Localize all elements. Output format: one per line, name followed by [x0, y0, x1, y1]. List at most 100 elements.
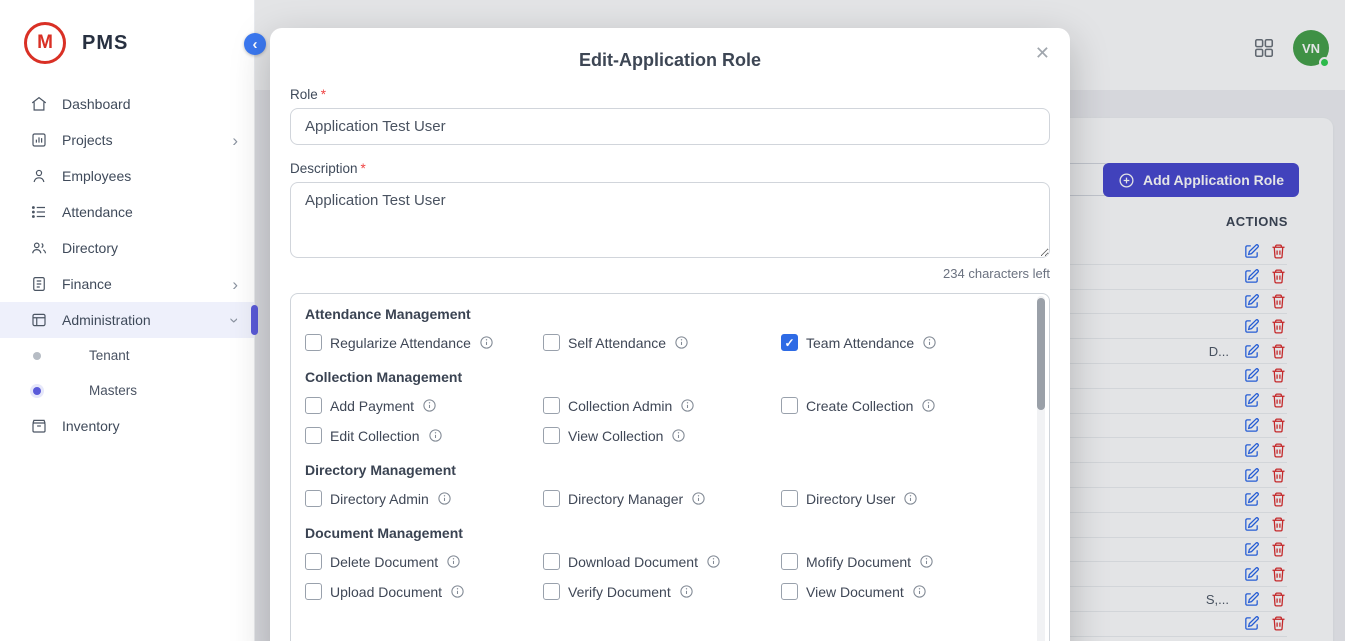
info-icon [422, 398, 437, 413]
checkbox[interactable] [781, 490, 798, 507]
sidebar-collapse-button[interactable]: ‹ [244, 33, 266, 55]
sidebar-item-label: Administration [62, 312, 151, 328]
characters-left-note: 234 characters left [290, 266, 1050, 281]
sidebar-item-dashboard[interactable]: Dashboard [0, 86, 254, 122]
permission-item[interactable]: Verify Document [543, 583, 781, 600]
info-icon [680, 398, 695, 413]
chevron-right-icon: › [232, 276, 238, 293]
permission-label: Regularize Attendance [330, 335, 471, 351]
sidebar-item-attendance[interactable]: Attendance [0, 194, 254, 230]
section-title: Directory Management [305, 462, 1019, 478]
sidebar-item-administration[interactable]: Administration › [0, 302, 254, 338]
sidebar-item-label: Attendance [62, 204, 133, 220]
brand-name: PMS [82, 32, 128, 55]
info-icon [679, 584, 694, 599]
role-label-text: Role [290, 87, 318, 102]
info-icon [706, 554, 721, 569]
sidebar-item-label: Finance [62, 276, 112, 292]
checkbox[interactable] [781, 397, 798, 414]
permission-section-collection: Collection Management Add Payment Collec… [305, 369, 1019, 444]
checkbox[interactable] [305, 490, 322, 507]
permission-item[interactable]: Create Collection [781, 397, 1019, 414]
permission-section-document: Document Management Delete Document Down… [305, 525, 1019, 600]
permission-label: Create Collection [806, 398, 913, 414]
permission-section-directory: Directory Management Directory Admin Dir… [305, 462, 1019, 507]
description-label-text: Description [290, 161, 358, 176]
permission-item[interactable]: Add Payment [305, 397, 543, 414]
checkbox[interactable] [543, 553, 560, 570]
close-icon[interactable]: ✕ [1035, 44, 1050, 62]
sidebar: M PMS Dashboard Projects › [0, 0, 255, 641]
scrollbar-thumb[interactable] [1037, 298, 1045, 410]
checkbox[interactable] [543, 490, 560, 507]
info-icon [479, 335, 494, 350]
permission-item[interactable]: View Collection [543, 427, 781, 444]
info-icon [446, 554, 461, 569]
permission-label: Download Document [568, 554, 698, 570]
checkbox[interactable] [305, 583, 322, 600]
info-icon [671, 428, 686, 443]
sidebar-subitem-tenant[interactable]: Tenant [0, 338, 254, 373]
sidebar-item-directory[interactable]: Directory [0, 230, 254, 266]
finance-icon [30, 275, 48, 293]
permission-label: Upload Document [330, 584, 442, 600]
required-asterisk: * [361, 161, 366, 176]
info-icon [921, 398, 936, 413]
chevron-down-icon: › [227, 317, 244, 323]
permission-label: View Collection [568, 428, 663, 444]
permission-label: Directory Admin [330, 491, 429, 507]
permission-label: Directory Manager [568, 491, 683, 507]
permission-item[interactable]: Directory Admin [305, 490, 543, 507]
sidebar-item-projects[interactable]: Projects › [0, 122, 254, 158]
info-icon [428, 428, 443, 443]
permission-grid: Delete Document Download Document Mofify… [305, 553, 1019, 600]
permission-label: Mofify Document [806, 554, 911, 570]
dashboard-icon [30, 95, 48, 113]
permission-item[interactable]: View Document [781, 583, 1019, 600]
permissions-panel: Attendance Management Regularize Attenda… [290, 293, 1050, 641]
description-textarea[interactable]: Application Test User [290, 182, 1050, 258]
permission-item[interactable]: Team Attendance [781, 334, 1019, 351]
permission-label: Directory User [806, 491, 895, 507]
sidebar-item-employees[interactable]: Employees [0, 158, 254, 194]
permission-label: Delete Document [330, 554, 438, 570]
checkbox[interactable] [305, 397, 322, 414]
permission-label: Edit Collection [330, 428, 420, 444]
attendance-icon [30, 203, 48, 221]
role-field-label: Role* [290, 87, 1050, 102]
permission-grid: Regularize Attendance Self Attendance Te… [305, 334, 1019, 351]
checkbox[interactable] [305, 427, 322, 444]
checkbox[interactable] [543, 397, 560, 414]
checkbox[interactable] [781, 583, 798, 600]
permission-item[interactable]: Edit Collection [305, 427, 543, 444]
info-icon [450, 584, 465, 599]
sidebar-item-finance[interactable]: Finance › [0, 266, 254, 302]
checkbox[interactable] [543, 427, 560, 444]
sidebar-item-label: Directory [62, 240, 118, 256]
checkbox[interactable] [305, 334, 322, 351]
checkbox[interactable] [543, 583, 560, 600]
permission-item[interactable]: Directory User [781, 490, 1019, 507]
pms-logo-icon: M [24, 22, 66, 64]
permission-item[interactable]: Collection Admin [543, 397, 781, 414]
sidebar-subitem-masters[interactable]: Masters [0, 373, 254, 408]
checkbox[interactable] [781, 553, 798, 570]
permission-item[interactable]: Directory Manager [543, 490, 781, 507]
permission-item[interactable]: Self Attendance [543, 334, 781, 351]
checkbox[interactable] [305, 553, 322, 570]
section-title: Document Management [305, 525, 1019, 541]
permission-item[interactable]: Download Document [543, 553, 781, 570]
permission-item[interactable]: Upload Document [305, 583, 543, 600]
permission-label: Team Attendance [806, 335, 914, 351]
checkbox[interactable] [543, 334, 560, 351]
app-viewport: VN Add Application Role ACTIONS [0, 0, 1345, 641]
permission-label: Verify Document [568, 584, 671, 600]
permission-item[interactable]: Regularize Attendance [305, 334, 543, 351]
sidebar-nav: Dashboard Projects › Employees Atten [0, 82, 254, 444]
sidebar-item-inventory[interactable]: Inventory [0, 408, 254, 444]
role-input[interactable] [290, 108, 1050, 145]
checkbox[interactable] [781, 334, 798, 351]
permission-item[interactable]: Delete Document [305, 553, 543, 570]
permission-item[interactable]: Mofify Document [781, 553, 1019, 570]
chevron-right-icon: › [232, 132, 238, 149]
